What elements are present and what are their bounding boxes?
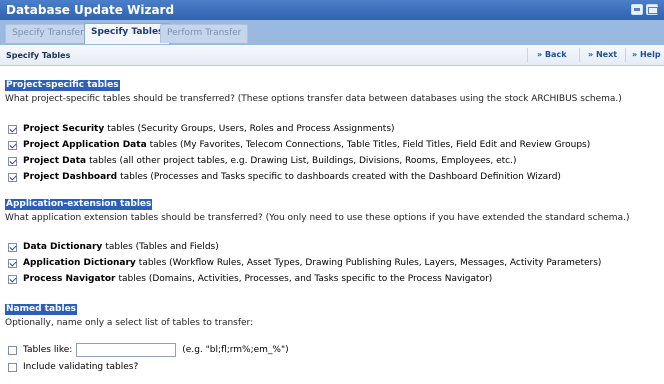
option-name: Project Application Data: [23, 140, 147, 150]
option-description: tables (Workflow Rules, Asset Types, Dra…: [138, 258, 602, 268]
option-description: tables (Tables and Fields): [105, 242, 219, 252]
divider: [527, 48, 528, 62]
named-section-description: Optionally, name only a select list of t…: [5, 318, 254, 328]
include-validating-label: Include validating tables?: [23, 362, 139, 372]
option-name: Data Dictionary: [23, 242, 103, 252]
option-description: tables (Domains, Activities, Processes, …: [118, 274, 493, 284]
project-section-title: Project-specific tables: [5, 80, 120, 91]
print-icon[interactable]: [631, 4, 643, 15]
option-name: Process Navigator: [23, 274, 116, 284]
include-validating-checkbox[interactable]: [8, 362, 17, 372]
tab-specify-transfer[interactable]: Specify Transfer: [5, 24, 91, 43]
back-button[interactable]: » Back: [537, 50, 567, 59]
process-navigator-checkbox[interactable]: [8, 274, 17, 284]
extension-section-description: What application extension tables should…: [5, 213, 630, 223]
data-dictionary-row[interactable]: Data Dictionary tables (Tables and Field…: [8, 240, 219, 254]
tables-like-label: Tables like:: [23, 345, 73, 355]
option-name: Project Dashboard: [23, 172, 118, 182]
window-title-bar: Database Update Wizard: [0, 0, 664, 20]
help-button[interactable]: » Help: [632, 50, 661, 59]
option-name: Project Data: [23, 156, 87, 166]
project-application-data-row[interactable]: Project Application Data tables (My Favo…: [8, 138, 590, 152]
tables-like-checkbox[interactable]: [8, 345, 17, 355]
include-validating-row[interactable]: Include validating tables?: [8, 360, 138, 374]
project-security-checkbox[interactable]: [8, 124, 17, 134]
project-dashboard-checkbox[interactable]: [8, 172, 17, 182]
panel-title: Specify Tables: [6, 51, 71, 60]
option-description: tables (all other project tables, e.g. D…: [89, 156, 517, 166]
project-data-row[interactable]: Project Data tables (all other project t…: [8, 154, 516, 168]
data-dictionary-checkbox[interactable]: [8, 242, 17, 252]
extension-section-title: Application-extension tables: [5, 199, 153, 210]
tab-strip: Specify Transfer Specify Tables Perform …: [0, 20, 664, 45]
project-data-checkbox[interactable]: [8, 156, 17, 166]
divider: [579, 48, 580, 62]
application-dictionary-checkbox[interactable]: [8, 258, 17, 268]
option-description: tables (Security Groups, Users, Roles an…: [107, 124, 395, 134]
project-security-row[interactable]: Project Security tables (Security Groups…: [8, 122, 395, 136]
panel-header: Specify Tables » Back » Next » Help: [0, 45, 664, 66]
option-name: Project Security: [23, 124, 105, 134]
project-section-description: What project-specific tables should be t…: [5, 94, 622, 104]
window-title: Database Update Wizard: [6, 3, 175, 17]
option-name: Application Dictionary: [23, 258, 136, 268]
option-description: tables (My Favorites, Telecom Connection…: [149, 140, 591, 150]
application-dictionary-row[interactable]: Application Dictionary tables (Workflow …: [8, 256, 601, 270]
next-button[interactable]: » Next: [588, 50, 617, 59]
project-application-data-checkbox[interactable]: [8, 140, 17, 150]
tab-specify-tables[interactable]: Specify Tables: [84, 23, 171, 44]
divider: [625, 48, 626, 62]
tables-like-row: Tables like: (e.g. "bl;fl;rm%;em_%"): [8, 343, 289, 357]
option-description: tables (Processes and Tasks specific to …: [120, 172, 561, 182]
named-section-title: Named tables: [5, 304, 78, 315]
title-bar-icons: [631, 4, 658, 15]
process-navigator-row[interactable]: Process Navigator tables (Domains, Activ…: [8, 272, 492, 286]
tables-like-input[interactable]: [76, 343, 177, 357]
mail-icon[interactable]: [646, 4, 658, 15]
tables-like-hint: (e.g. "bl;fl;rm%;em_%"): [182, 345, 289, 355]
tab-perform-transfer[interactable]: Perform Transfer: [160, 24, 249, 43]
project-dashboard-row[interactable]: Project Dashboard tables (Processes and …: [8, 170, 561, 184]
